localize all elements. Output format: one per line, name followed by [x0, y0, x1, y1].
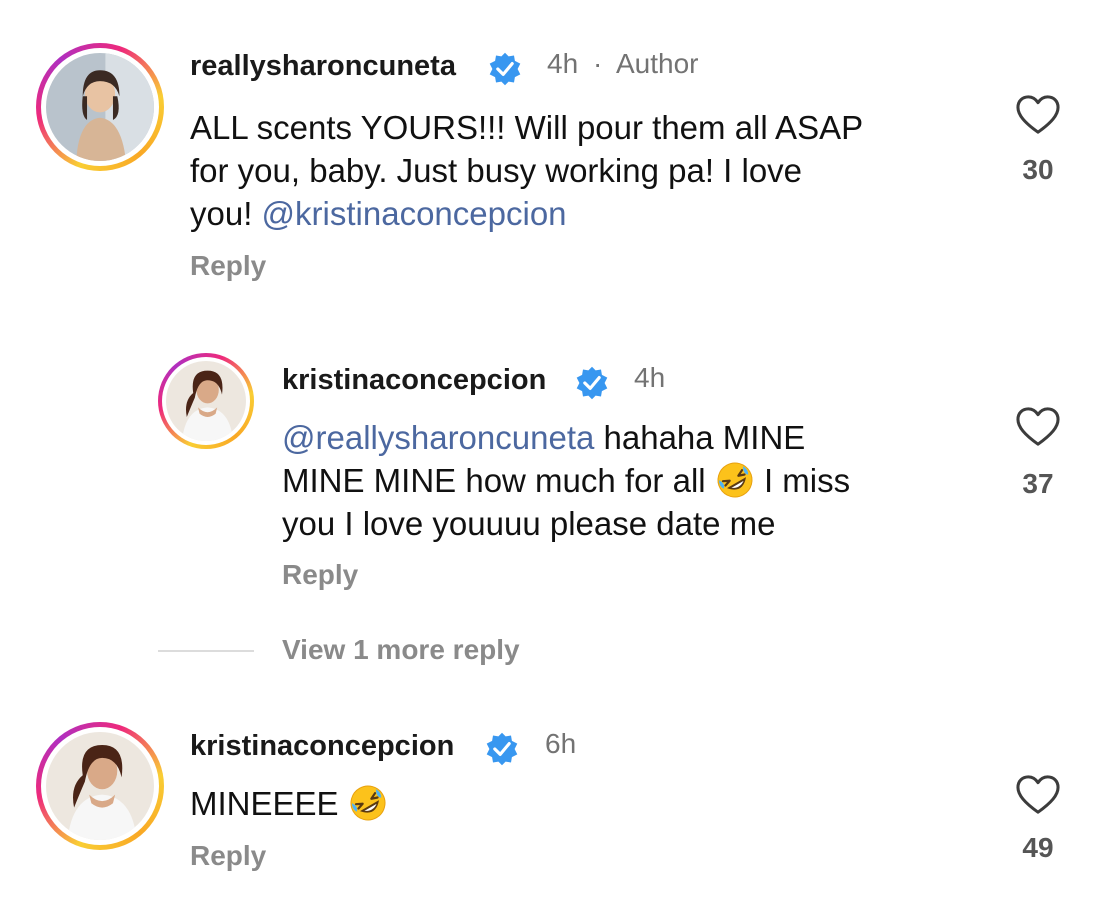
heart-outline-icon[interactable]: [1015, 774, 1061, 816]
comment-line: you! @kristinaconcepcion: [190, 195, 567, 232]
heart-outline-icon[interactable]: [1015, 406, 1061, 448]
comment-username[interactable]: kristinaconcepcion: [190, 730, 454, 763]
avatar[interactable]: [36, 43, 164, 171]
like-count: 30: [1022, 154, 1054, 185]
comment-line: for you, baby. Just busy working pa! I l…: [190, 152, 803, 189]
comment-line: MINE MINE how much for all I miss: [282, 459, 1002, 502]
comment-item: kristinaconcepcion 4h @reallysharoncunet…: [0, 340, 1120, 610]
mention-link[interactable]: @reallysharoncuneta: [282, 419, 594, 456]
comment-timestamp: 4h: [634, 362, 666, 393]
avatar[interactable]: [36, 722, 164, 850]
mention-link[interactable]: @kristinaconcepcion: [262, 195, 567, 232]
comment-text: ALL scents YOURS!!! Will pour them all A…: [190, 106, 990, 235]
like-count: 49: [1022, 832, 1054, 863]
comment-item: kristinaconcepcion 6h MINEEEE Reply 49: [0, 710, 1120, 921]
comment-text: @reallysharoncuneta hahaha MINE MINE MIN…: [282, 416, 1002, 545]
meta-separator: ·: [593, 48, 603, 79]
comment-username[interactable]: kristinaconcepcion: [282, 364, 546, 397]
heart-outline-icon[interactable]: [1015, 94, 1061, 136]
reply-button[interactable]: Reply: [190, 250, 266, 282]
comment-username[interactable]: reallysharoncuneta: [190, 50, 456, 83]
verified-badge-icon: [489, 52, 521, 86]
verified-badge-icon: [486, 732, 518, 766]
comment-text: MINEEEE: [190, 782, 890, 825]
rolling-on-floor-laughing-emoji: [717, 462, 753, 498]
like-count: 37: [1022, 468, 1054, 499]
view-more-replies-button[interactable]: View 1 more reply: [282, 634, 520, 666]
avatar[interactable]: [158, 353, 254, 449]
author-badge: Author: [616, 48, 699, 79]
comment-timestamp: 6h: [545, 728, 577, 759]
comment-line: you I love youuuu please date me: [282, 505, 776, 542]
rolling-on-floor-laughing-emoji: [350, 785, 386, 821]
comment-item: reallysharoncuneta 4h · Author ALL scent…: [0, 0, 1120, 300]
thread-divider: [158, 650, 254, 652]
reply-button[interactable]: Reply: [190, 840, 266, 872]
verified-badge-icon: [576, 366, 608, 400]
comment-line: MINEEEE: [190, 782, 890, 825]
comment-timestamp: 4h: [547, 48, 579, 79]
comment-line: ALL scents YOURS!!! Will pour them all A…: [190, 109, 864, 146]
reply-button[interactable]: Reply: [282, 559, 358, 591]
comment-line: @reallysharoncuneta hahaha MINE: [282, 419, 806, 456]
